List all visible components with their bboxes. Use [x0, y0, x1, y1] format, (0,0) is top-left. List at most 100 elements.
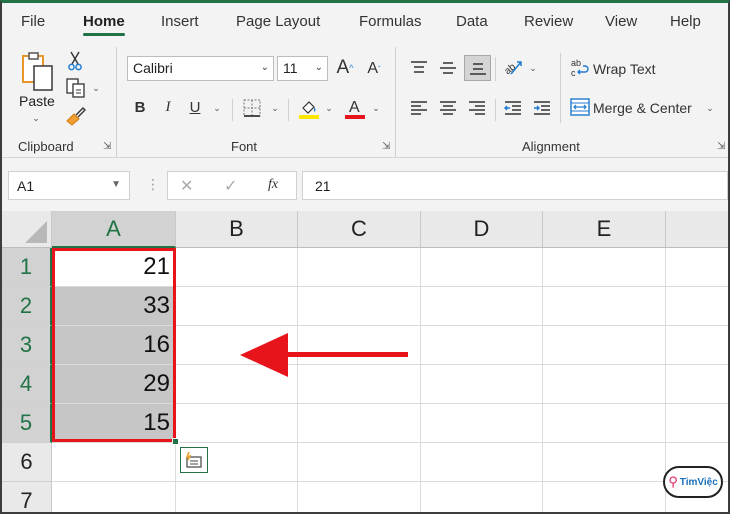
orientation-icon[interactable]: ab [502, 55, 526, 79]
cell-a6[interactable] [52, 443, 176, 482]
column-header-d[interactable]: D [421, 211, 543, 248]
orientation-dropdown-icon[interactable]: ⌄ [528, 63, 538, 73]
paste-icon[interactable] [18, 49, 58, 93]
merge-center-icon[interactable] [569, 97, 590, 117]
column-header-e[interactable]: E [543, 211, 666, 248]
top-align-icon[interactable] [408, 57, 430, 79]
row-header-3[interactable]: 3 [2, 326, 52, 365]
cell-d4[interactable] [421, 365, 543, 404]
cell-c1[interactable] [298, 248, 421, 287]
cell-a3[interactable]: 16 [52, 326, 176, 365]
row-header-2[interactable]: 2 [2, 287, 52, 326]
align-center-icon[interactable] [437, 97, 459, 119]
row-header-5[interactable]: 5 [2, 404, 52, 443]
cell-c7[interactable] [298, 482, 421, 512]
row-header-7[interactable]: 7 [2, 482, 52, 512]
bold-button[interactable]: B [132, 97, 148, 117]
clipboard-launcher-icon[interactable]: ⇲ [103, 141, 111, 152]
cell-e7[interactable] [543, 482, 666, 512]
cell-f3[interactable] [666, 326, 728, 365]
insert-function-icon[interactable]: fx [268, 177, 278, 193]
underline-button[interactable]: U [187, 97, 203, 117]
quick-analysis-icon[interactable] [180, 447, 208, 473]
bottom-align-icon[interactable] [464, 55, 491, 81]
fill-color-dropdown-icon[interactable]: ⌄ [324, 103, 334, 113]
tab-view[interactable]: View [605, 13, 637, 30]
tab-page-layout[interactable]: Page Layout [236, 13, 320, 30]
paste-dropdown-icon[interactable]: ⌄ [31, 113, 41, 123]
font-color-icon[interactable]: A [343, 95, 367, 121]
paste-label[interactable]: Paste [19, 93, 55, 109]
cell-a7[interactable] [52, 482, 176, 512]
tab-home[interactable]: Home [83, 13, 125, 36]
decrease-font-icon[interactable]: Aˇ [364, 59, 384, 79]
row-header-6[interactable]: 6 [2, 443, 52, 482]
cell-b7[interactable] [176, 482, 298, 512]
decrease-indent-icon[interactable] [502, 97, 524, 119]
tab-insert[interactable]: Insert [161, 13, 199, 30]
cell-a2[interactable]: 33 [52, 287, 176, 326]
tab-formulas[interactable]: Formulas [359, 13, 422, 30]
row-header-4[interactable]: 4 [2, 365, 52, 404]
wrap-text-icon[interactable]: ab c [570, 57, 590, 79]
cell-f5[interactable] [666, 404, 728, 443]
font-size-select[interactable]: 11 ⌄ [277, 56, 328, 81]
cut-icon[interactable] [66, 51, 84, 71]
column-header-f[interactable]: F [666, 211, 728, 248]
italic-button[interactable]: I [160, 97, 176, 117]
alignment-launcher-icon[interactable]: ⇲ [717, 141, 725, 152]
format-painter-icon[interactable] [65, 105, 87, 127]
wrap-text-button[interactable]: Wrap Text [593, 61, 656, 77]
select-all-button[interactable] [2, 211, 52, 248]
middle-align-icon[interactable] [437, 57, 459, 79]
increase-indent-icon[interactable] [531, 97, 553, 119]
cell-a5[interactable]: 15 [52, 404, 176, 443]
name-box[interactable]: A1 ▼ [8, 171, 130, 200]
cell-e2[interactable] [543, 287, 666, 326]
cell-a4[interactable]: 29 [52, 365, 176, 404]
cell-d2[interactable] [421, 287, 543, 326]
font-launcher-icon[interactable]: ⇲ [382, 141, 390, 152]
column-header-a[interactable]: A [52, 211, 176, 248]
cell-d7[interactable] [421, 482, 543, 512]
align-left-icon[interactable] [408, 97, 430, 119]
column-header-c[interactable]: C [298, 211, 421, 248]
copy-icon[interactable] [64, 77, 88, 99]
cell-b5[interactable] [176, 404, 298, 443]
tab-review[interactable]: Review [524, 13, 573, 30]
row-header-1[interactable]: 1 [2, 248, 52, 287]
tab-help[interactable]: Help [670, 13, 701, 30]
increase-font-icon[interactable]: A ^ [334, 57, 356, 79]
formula-input[interactable]: 21 [302, 171, 728, 200]
cell-d1[interactable] [421, 248, 543, 287]
cell-d6[interactable] [421, 443, 543, 482]
drag-handle-icon[interactable]: ⋮ [146, 176, 160, 193]
cell-f2[interactable] [666, 287, 728, 326]
cancel-icon[interactable]: ✕ [180, 176, 193, 196]
cell-c5[interactable] [298, 404, 421, 443]
borders-icon[interactable] [241, 97, 263, 119]
cell-e4[interactable] [543, 365, 666, 404]
cell-d3[interactable] [421, 326, 543, 365]
cell-e6[interactable] [543, 443, 666, 482]
cell-a1[interactable]: 21 [52, 248, 176, 287]
borders-dropdown-icon[interactable]: ⌄ [270, 103, 280, 113]
cell-f1[interactable] [666, 248, 728, 287]
column-header-b[interactable]: B [176, 211, 298, 248]
merge-center-dropdown-icon[interactable]: ⌄ [705, 103, 715, 113]
enter-icon[interactable]: ✓ [224, 176, 237, 196]
cell-b1[interactable] [176, 248, 298, 287]
merge-center-button[interactable]: Merge & Center [593, 100, 692, 116]
fill-color-icon[interactable] [297, 95, 321, 121]
cell-c2[interactable] [298, 287, 421, 326]
underline-dropdown-icon[interactable]: ⌄ [212, 103, 222, 113]
fill-handle[interactable] [172, 438, 179, 445]
font-name-select[interactable]: Calibri ⌄ [127, 56, 274, 81]
cell-e3[interactable] [543, 326, 666, 365]
copy-dropdown-icon[interactable]: ⌄ [91, 83, 101, 93]
cell-e1[interactable] [543, 248, 666, 287]
cell-c6[interactable] [298, 443, 421, 482]
cell-d5[interactable] [421, 404, 543, 443]
tab-data[interactable]: Data [456, 13, 488, 30]
cell-f4[interactable] [666, 365, 728, 404]
